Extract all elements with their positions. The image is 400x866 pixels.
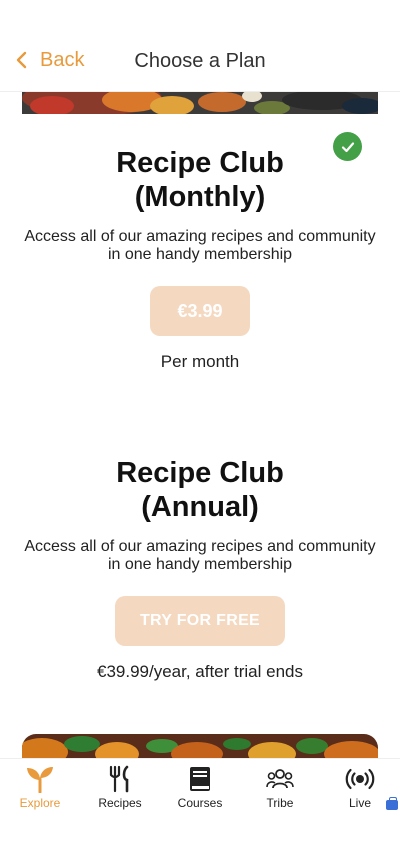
- plan-title-line1: Recipe Club: [116, 147, 284, 179]
- tab-courses[interactable]: Courses: [160, 763, 240, 810]
- tab-label: Explore: [19, 796, 61, 810]
- top-nav-bar: Back Choose a Plan: [0, 0, 400, 92]
- plan-billing-note: €39.99/year, after trial ends: [96, 662, 304, 681]
- bottom-tab-bar: Explore Recipes Courses Tribe Live: [0, 758, 400, 866]
- fork-knife-icon: [107, 763, 133, 795]
- sprout-icon: [25, 763, 55, 795]
- price-button[interactable]: €3.99: [150, 286, 250, 336]
- tab-label: Courses: [177, 796, 223, 810]
- plan-description: Access all of our amazing recipes and co…: [24, 538, 376, 573]
- plan-title-line2: (Monthly): [134, 181, 266, 213]
- tab-label: Live: [348, 796, 371, 810]
- people-icon: [266, 763, 294, 795]
- plan-billing-note: Per month: [160, 352, 240, 371]
- food-image-bottom: [22, 734, 378, 758]
- tab-label: Tribe: [266, 796, 294, 810]
- food-image-top: [22, 92, 378, 114]
- plan-title-line1: Recipe Club: [116, 457, 284, 489]
- briefcase-icon: [386, 797, 398, 810]
- book-icon: [188, 763, 212, 795]
- tab-recipes[interactable]: Recipes: [80, 763, 160, 810]
- plan-title-line2: (Annual): [141, 491, 259, 523]
- tab-explore[interactable]: Explore: [0, 763, 80, 810]
- tab-tribe[interactable]: Tribe: [240, 763, 320, 810]
- page-title: Choose a Plan: [134, 50, 266, 72]
- selected-check-icon: [333, 132, 362, 161]
- plan-title: Recipe Club (Monthly): [22, 146, 378, 214]
- plan-description: Access all of our amazing recipes and co…: [24, 228, 376, 263]
- tab-label: Recipes: [98, 796, 142, 810]
- plan-card-annual[interactable]: Recipe Club (Annual) Access all of our a…: [22, 456, 378, 682]
- plan-list[interactable]: Recipe Club (Monthly) Access all of our …: [0, 92, 400, 758]
- broadcast-icon: [345, 763, 375, 795]
- plan-title: Recipe Club (Annual): [22, 456, 378, 524]
- try-for-free-button[interactable]: TRY FOR FREE: [115, 596, 285, 646]
- plan-card-monthly[interactable]: Recipe Club (Monthly) Access all of our …: [22, 146, 378, 372]
